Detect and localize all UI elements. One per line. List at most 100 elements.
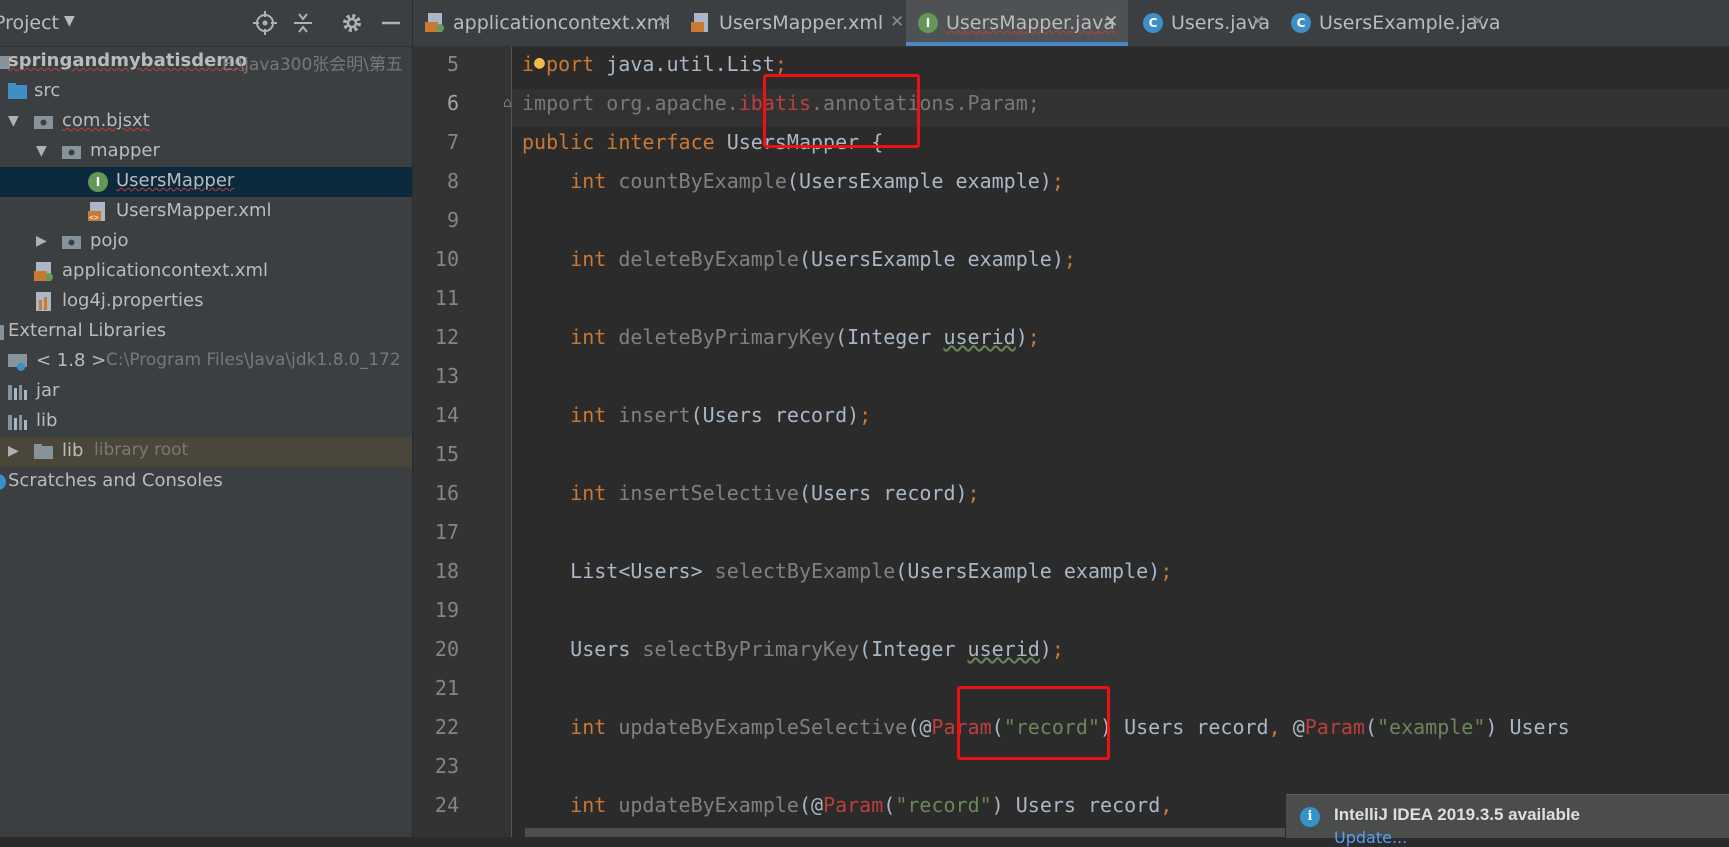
properties-file-icon (34, 292, 54, 312)
annotation-box-ibatis (763, 74, 920, 148)
collapse-all-icon[interactable] (290, 10, 316, 36)
line-number: 22 (434, 715, 459, 739)
close-icon[interactable]: ✕ (890, 12, 904, 32)
tree-item-usersmapper[interactable]: I UsersMapper (0, 167, 412, 197)
token-punct: ; (1063, 247, 1076, 271)
tree-item-path: C:\Program Files\Java\jdk1.8.0_172 (106, 350, 401, 370)
tree-item-package[interactable]: ▼ mapper (0, 137, 412, 167)
close-icon[interactable]: ✕ (1251, 12, 1265, 32)
tree-item-label: log4j.properties (62, 290, 204, 311)
collapsed-arrow-icon[interactable]: ▶ (8, 443, 19, 459)
tree-item-label: Scratches and Consoles (8, 470, 223, 491)
annotation-box-param (957, 686, 1110, 760)
tree-item-log4j[interactable]: log4j.properties (0, 287, 412, 317)
token-keyword: int (570, 793, 619, 817)
spring-xml-icon (34, 262, 54, 282)
token-method: updateByExampleSelective (618, 715, 908, 739)
code-line: int insert(Users record); (522, 403, 871, 427)
fold-marker-icon[interactable]: ⌂ (503, 95, 512, 111)
class-icon: C (1291, 13, 1311, 33)
tree-item-lib[interactable]: lib (0, 407, 412, 437)
line-number: 24 (434, 793, 459, 817)
tree-item-label: lib (36, 410, 58, 431)
token-method: insert (618, 403, 691, 427)
update-notification[interactable]: i IntelliJ IDEA 2019.3.5 available Updat… (1286, 794, 1729, 847)
line-number: 15 (434, 442, 459, 466)
tree-item-label: src (34, 80, 61, 101)
chevron-down-icon[interactable]: ▼ (64, 13, 75, 29)
info-icon: i (1300, 807, 1320, 827)
token-text: java.util.List (606, 52, 775, 76)
tree-item-package[interactable]: ▶ pojo (0, 227, 412, 257)
token-keyword: int (570, 481, 619, 505)
token-method: insertSelective (618, 481, 799, 505)
tab-usersexample-java[interactable]: C UsersExample.java ✕ (1279, 0, 1500, 46)
collapsed-arrow-icon[interactable]: ▶ (36, 233, 47, 249)
tree-item-external-libraries[interactable]: External Libraries (0, 317, 412, 347)
line-number: 14 (434, 403, 459, 427)
expand-arrow-icon[interactable]: ▼ (8, 113, 19, 129)
tree-item-usersmapper-xml[interactable]: <> UsersMapper.xml (0, 197, 412, 227)
package-icon (34, 112, 54, 132)
tab-usersmapper-xml[interactable]: UsersMapper.xml ✕ (679, 0, 915, 46)
tree-item-package[interactable]: ▼ com.bjsxt (0, 107, 412, 137)
source-folder-icon (8, 82, 28, 102)
gear-icon[interactable] (339, 10, 365, 36)
svg-text:<>: <> (89, 213, 99, 222)
tree-item-src[interactable]: src (0, 77, 412, 107)
token-param: userid (943, 325, 1016, 349)
horizontal-scrollbar[interactable] (525, 828, 1285, 837)
tree-item-label: < 1.8 > (36, 350, 107, 371)
update-link[interactable]: Update... (1334, 828, 1407, 847)
tree-item-label: UsersMapper (116, 170, 235, 191)
token-method: countByExample (618, 169, 787, 193)
lightbulb-icon[interactable]: ● (534, 52, 546, 73)
token-string: "example" (1377, 715, 1486, 739)
xml-file-icon (425, 13, 445, 33)
line-number: 11 (434, 286, 459, 310)
line-number: 12 (434, 325, 459, 349)
tree-item-project-root[interactable]: springandmybatisdemo E:\java300张会明\第五 (0, 47, 412, 77)
line-number: 10 (434, 247, 459, 271)
token-keyword: public interface (522, 130, 727, 154)
close-icon[interactable]: ✕ (1471, 12, 1485, 32)
tree-item-scratches[interactable]: Scratches and Consoles (0, 467, 412, 497)
tree-item-lib-root[interactable]: ▶ lib library root (0, 437, 412, 467)
token-text: (@ (907, 715, 932, 739)
line-number: 20 (434, 637, 459, 661)
token-punct: ; (1051, 637, 1064, 661)
code-line: int deleteByPrimaryKey(Integer userid); (522, 325, 1040, 349)
line-number: 19 (434, 598, 459, 622)
token-punct: , (1160, 793, 1173, 817)
tree-item-applicationcontext[interactable]: applicationcontext.xml (0, 257, 412, 287)
tree-item-label: lib (62, 440, 84, 461)
xml-file-icon: <> (88, 202, 108, 222)
code-line: List<Users> selectByExample(UsersExample… (522, 559, 1172, 583)
token-text: ) (1039, 637, 1052, 661)
token-keyword: port (546, 52, 607, 76)
code-editor[interactable]: i●port java.util.List; import org.apache… (512, 47, 1729, 837)
tab-users-java[interactable]: C Users.java ✕ (1131, 0, 1277, 46)
close-icon[interactable]: ✕ (657, 12, 671, 32)
locate-target-icon[interactable] (252, 10, 278, 36)
close-icon[interactable]: ✕ (1104, 12, 1118, 32)
expand-arrow-icon[interactable]: ▼ (36, 143, 47, 159)
tree-item-path: E:\java300张会明\第五 (222, 55, 403, 75)
tab-applicationcontext-xml[interactable]: applicationcontext.xml ✕ (413, 0, 678, 46)
token-text: (UsersExample example) (895, 559, 1161, 583)
code-line: int countByExample(UsersExample example)… (522, 169, 1064, 193)
tab-usersmapper-java[interactable]: I UsersMapper.java ✕ (906, 0, 1128, 46)
library-icon (0, 322, 8, 342)
project-view-selector[interactable]: Project (0, 12, 59, 34)
line-number: 23 (434, 754, 459, 778)
hide-panel-icon[interactable] (378, 10, 404, 36)
token-text: @ (1292, 715, 1305, 739)
code-line: int updateByExample(@Param("record") Use… (522, 793, 1172, 817)
code-line: int insertSelective(Users record); (522, 481, 979, 505)
tree-item-jdk[interactable]: < 1.8 > C:\Program Files\Java\jdk1.8.0_1… (0, 347, 412, 377)
class-icon: C (1143, 13, 1163, 33)
line-number: 13 (434, 364, 459, 388)
tree-item-jar[interactable]: jar (0, 377, 412, 407)
token-text: List<Users> (570, 559, 715, 583)
project-panel-header: Project ▼ (0, 0, 412, 47)
